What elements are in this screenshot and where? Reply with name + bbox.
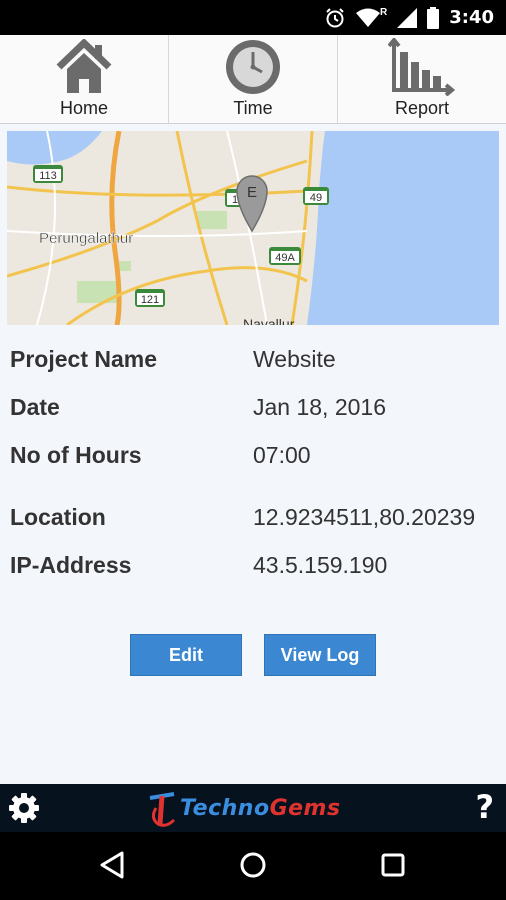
nav-item-home[interactable]: Home bbox=[0, 35, 169, 123]
nav-item-time[interactable]: Time bbox=[169, 35, 338, 123]
clock-icon bbox=[226, 40, 280, 94]
help-button[interactable]: ? bbox=[475, 788, 494, 826]
cell-signal-icon bbox=[397, 7, 418, 28]
gear-icon bbox=[9, 793, 39, 823]
detail-value: Website bbox=[253, 346, 336, 372]
app-footer: TechnoGems ? bbox=[0, 784, 506, 832]
home-nav-button[interactable] bbox=[238, 850, 268, 885]
detail-label: IP-Address bbox=[10, 552, 132, 578]
status-bar: R 3:40 bbox=[0, 0, 506, 35]
brand-name-part2: Gems bbox=[269, 795, 341, 821]
detail-row-location: Location 12.9234511,80.20239 bbox=[10, 504, 506, 552]
view-log-button[interactable]: View Log bbox=[264, 634, 376, 676]
detail-row-hours: No of Hours 07:00 bbox=[10, 442, 506, 490]
detail-value: 43.5.159.190 bbox=[253, 552, 388, 578]
android-nav-bar bbox=[0, 832, 506, 900]
battery-icon bbox=[427, 6, 440, 29]
detail-label: Location bbox=[10, 504, 106, 530]
nav-item-report[interactable]: Report bbox=[338, 35, 506, 123]
detail-row-project: Project Name Website bbox=[10, 346, 506, 394]
action-buttons: Edit View Log bbox=[0, 634, 506, 678]
nav-label-home: Home bbox=[59, 98, 108, 118]
detail-label: No of Hours bbox=[10, 442, 142, 468]
brand-logo: TechnoGems bbox=[148, 786, 341, 830]
alarm-icon bbox=[326, 7, 344, 27]
detail-value: 12.9234511,80.20239 bbox=[253, 504, 476, 530]
map-marker-letter: E bbox=[247, 184, 257, 201]
detail-value: Jan 18, 2016 bbox=[253, 394, 387, 420]
settings-button[interactable] bbox=[8, 792, 40, 829]
recents-square-icon bbox=[381, 853, 405, 877]
back-triangle-icon bbox=[100, 851, 124, 879]
brand-name: TechnoGems bbox=[180, 796, 341, 821]
nav-label-time: Time bbox=[233, 98, 273, 118]
recents-button[interactable] bbox=[378, 850, 408, 885]
brand-name-part1: Techno bbox=[180, 795, 270, 821]
detail-value: 07:00 bbox=[253, 442, 311, 468]
details-table: Project Name Website Date Jan 18, 2016 N… bbox=[10, 346, 506, 600]
highway-shield-121: 121 bbox=[141, 294, 159, 306]
map-bottom-label: Navallur bbox=[243, 316, 295, 325]
home-icon bbox=[56, 39, 112, 93]
highway-shield-49: 49 bbox=[310, 192, 322, 204]
detail-label: Project Name bbox=[10, 346, 158, 372]
highway-shield-49a: 49A bbox=[275, 252, 295, 264]
wifi-icon bbox=[355, 8, 380, 27]
detail-row-ip: IP-Address 43.5.159.190 bbox=[10, 552, 506, 600]
clock-time: 3:40 bbox=[449, 7, 494, 28]
edit-button[interactable]: Edit bbox=[130, 634, 242, 676]
location-map[interactable]: 113 121 49 49A 1 Perungalathur Navallur … bbox=[7, 131, 499, 325]
nav-label-report: Report bbox=[394, 98, 450, 118]
detail-content: 113 121 49 49A 1 Perungalathur Navallur … bbox=[0, 124, 506, 784]
back-button[interactable] bbox=[98, 850, 128, 885]
technogems-logo-icon bbox=[149, 792, 176, 827]
detail-row-date: Date Jan 18, 2016 bbox=[10, 394, 506, 442]
detail-label: Date bbox=[10, 394, 60, 420]
home-circle-icon bbox=[240, 852, 266, 878]
top-nav: Home Time Report bbox=[0, 35, 506, 124]
map-place-label: Perungalathur bbox=[39, 230, 133, 247]
roaming-indicator: R bbox=[379, 7, 388, 18]
highway-shield-113: 113 bbox=[39, 170, 57, 182]
bar-chart-icon bbox=[388, 38, 456, 96]
